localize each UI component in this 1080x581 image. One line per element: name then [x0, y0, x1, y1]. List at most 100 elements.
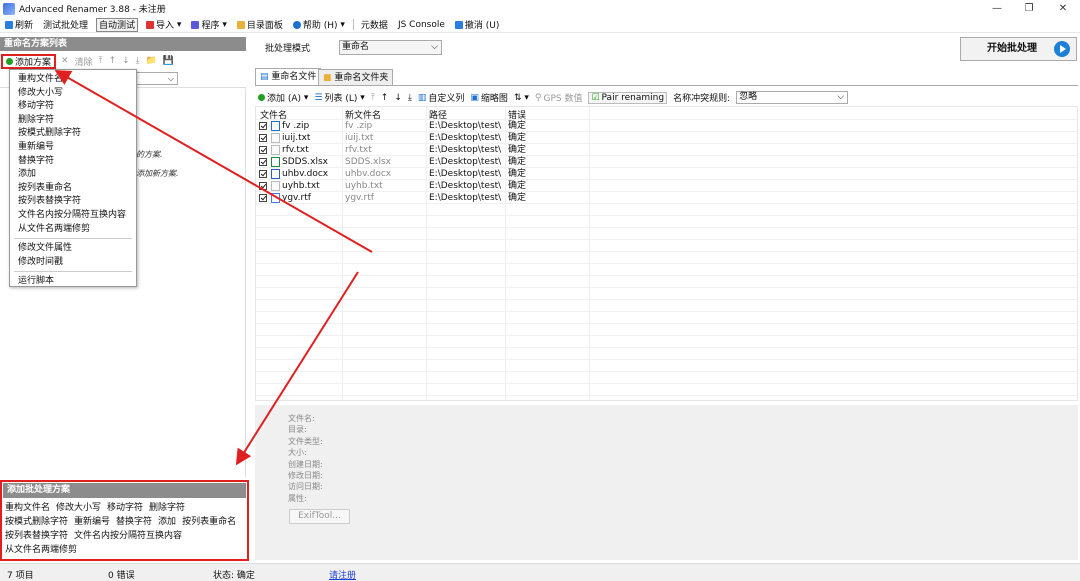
method-link[interactable]: 按列表替换字符	[5, 531, 68, 541]
thumbnails-button[interactable]: ▣ 缩略图	[470, 91, 508, 105]
add-method-button[interactable]: 添加方案	[0, 53, 57, 69]
conflict-rule-select[interactable]: 忽略 ⌵	[736, 91, 849, 104]
tab-divider	[255, 85, 1078, 86]
method-link-row: 按模式删除字符 重新编号 替换字符 添加 按列表重命名	[2, 515, 247, 529]
method-link[interactable]: 删除字符	[149, 503, 185, 513]
grid-row-line	[256, 203, 1077, 204]
pair-renaming-toggle[interactable]: ☑ Pair renaming	[588, 91, 668, 104]
list-menu[interactable]: ☰ 列表 (L) ▾	[314, 91, 364, 105]
move-down-icon[interactable]: ↓	[122, 56, 130, 66]
dropdown-item[interactable]: 运行脚本	[10, 275, 136, 289]
move-top-icon[interactable]: ⤒	[99, 56, 103, 66]
dropdown-item[interactable]: 添加	[10, 168, 136, 182]
dropdown-group-script: 运行脚本	[10, 275, 136, 289]
method-link[interactable]: 替换字符	[116, 517, 152, 527]
file-type-icon	[271, 193, 280, 203]
sort-menu[interactable]: ⇅ ▾	[514, 93, 529, 103]
undo-button[interactable]: 撤消 (U)	[453, 18, 501, 32]
test-batch-button[interactable]: 测试批处理	[41, 18, 90, 32]
gps-button[interactable]: ⚲ GPS 数值	[535, 91, 583, 105]
row-checkbox[interactable]	[259, 170, 267, 178]
tab-rename-files[interactable]: ▤ 重命名文件	[255, 68, 322, 85]
dropdown-item[interactable]: 从文件名两端修剪	[10, 223, 136, 237]
dropdown-item[interactable]: 文件名内按分隔符互换内容	[10, 209, 136, 223]
method-link[interactable]: 文件名内按分隔符互换内容	[74, 531, 182, 541]
dropdown-item[interactable]: 修改时间戳	[10, 256, 136, 270]
minimize-button[interactable]: —	[980, 0, 1014, 17]
dropdown-item[interactable]: 按模式删除字符	[10, 127, 136, 141]
metadata-button[interactable]: 元数据	[359, 18, 390, 32]
method-link[interactable]: 按模式删除字符	[5, 517, 68, 527]
auto-test-toggle[interactable]: 自动测试	[96, 17, 139, 32]
grid-row-line	[256, 383, 1077, 384]
program-icon	[191, 20, 200, 29]
method-link[interactable]: 移动字符	[107, 503, 143, 513]
clear-button[interactable]: 清除	[75, 55, 93, 68]
file-type-icon	[271, 181, 280, 191]
dropdown-item[interactable]: 替换字符	[10, 155, 136, 169]
move-bottom-icon[interactable]: ⤓	[408, 93, 412, 103]
method-link[interactable]: 重构文件名	[5, 503, 50, 513]
help-icon	[292, 20, 301, 29]
method-link[interactable]: 按列表重命名	[182, 517, 236, 527]
file-grid[interactable]: 文件名 新文件名 路径 错误 fv .zip fv .zip E:\Desktop\…	[255, 106, 1078, 401]
dropdown-item[interactable]: 重新编号	[10, 141, 136, 155]
dropdown-item[interactable]: 移动字符	[10, 100, 136, 114]
register-link[interactable]: 请注册	[329, 568, 356, 581]
start-batch-button[interactable]: 开始批处理	[960, 37, 1077, 61]
folder-icon	[236, 20, 245, 29]
custom-columns-button[interactable]: ▥ 自定义列	[418, 91, 465, 105]
row-checkbox[interactable]	[259, 158, 267, 166]
js-console-button[interactable]: JS Console	[396, 18, 447, 32]
move-bottom-icon[interactable]: ⤓	[136, 56, 140, 66]
method-link[interactable]: 修改大小写	[56, 503, 101, 513]
dropdown-item[interactable]: 重构文件名	[10, 73, 136, 87]
add-files-menu[interactable]: 添加 (A) ▾	[258, 91, 308, 104]
grid-row-line	[256, 335, 1077, 336]
move-up-icon[interactable]: ↑	[109, 56, 117, 66]
tab-rename-folders[interactable]: ■ 重命名文件夹	[318, 69, 394, 85]
move-top-icon[interactable]: ⤒	[371, 93, 375, 103]
row-checkbox[interactable]	[259, 146, 267, 154]
method-link[interactable]: 重新编号	[74, 517, 110, 527]
file-info-panel: 文件名: 目录: 文件类型: 大小: 创建日期: 修改日期: 访问日期: 属性:	[255, 405, 1078, 560]
method-filter-select[interactable]: ⌵	[130, 72, 178, 85]
program-menu[interactable]: 程序 ▾	[189, 18, 228, 32]
grid-row-line	[256, 119, 1077, 120]
dropdown-item[interactable]: 按列表重命名	[10, 182, 136, 196]
refresh-button[interactable]: 刷新	[3, 18, 35, 32]
row-checkbox[interactable]	[259, 194, 267, 202]
dir-panel-button[interactable]: 目录面板	[235, 18, 285, 32]
dropdown-item[interactable]: 按列表替换字符	[10, 195, 136, 209]
batch-mode-select[interactable]: 重命名 ⌵	[339, 40, 442, 55]
move-down-icon[interactable]: ↓	[394, 93, 402, 103]
chevron-down-icon: ⌵	[837, 92, 845, 102]
file-info-label: 属性:	[288, 493, 307, 503]
move-up-icon[interactable]: ↑	[381, 93, 389, 103]
method-link[interactable]: 从文件名两端修剪	[5, 545, 77, 555]
save-icon[interactable]: 💾	[163, 56, 174, 66]
row-checkbox[interactable]	[259, 122, 267, 130]
method-list-header: 重命名方案列表	[0, 37, 246, 51]
help-menu[interactable]: 帮助 (H) ▾	[291, 18, 347, 32]
file-type-icon	[271, 157, 280, 167]
row-checkbox[interactable]	[259, 134, 267, 142]
close-button[interactable]: ✕	[1046, 0, 1080, 17]
maximize-button[interactable]: ❐	[1012, 0, 1046, 17]
grid-row-line	[256, 227, 1077, 228]
method-link-row: 从文件名两端修剪	[2, 543, 247, 557]
dropdown-item[interactable]: 修改文件属性	[10, 242, 136, 256]
add-icon	[6, 57, 13, 65]
conflict-rule-label: 名称冲突规则:	[673, 94, 731, 104]
delete-icon[interactable]: ✕	[61, 56, 69, 66]
import-menu[interactable]: 导入 ▾	[144, 18, 183, 32]
dropdown-item[interactable]: 删除字符	[10, 114, 136, 128]
add-batch-method-panel: 添加批处理方案 重构文件名 修改大小写 移动字符 删除字符 按模式删除字符 重新编号 替换…	[0, 480, 249, 561]
dropdown-item[interactable]: 修改大小写	[10, 87, 136, 101]
method-link[interactable]: 添加	[158, 517, 176, 527]
open-folder-icon[interactable]: 📁	[146, 56, 157, 66]
batch-mode-label: 批处理模式	[265, 44, 311, 54]
exiftool-button[interactable]: ExifTool...	[289, 509, 350, 524]
row-checkbox[interactable]	[259, 182, 267, 190]
file-type-icon	[271, 169, 280, 179]
